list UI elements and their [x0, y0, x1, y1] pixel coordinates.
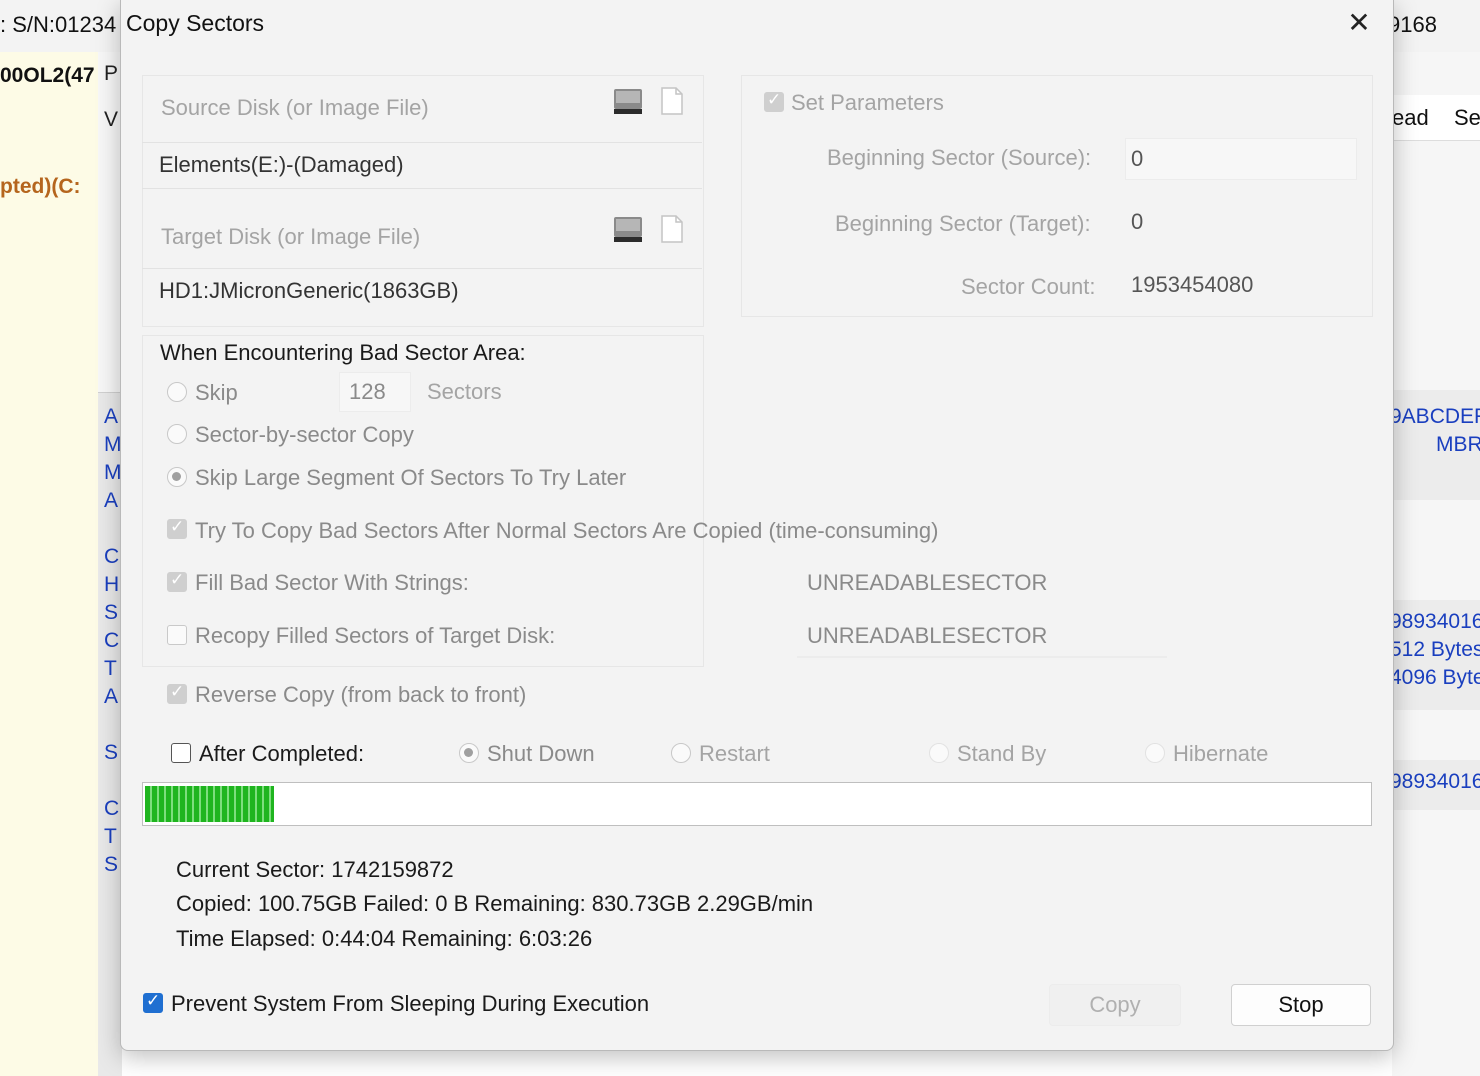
- background-disk-label[interactable]: 00OL2(47: [0, 64, 95, 88]
- background-blue-letter: M: [104, 433, 122, 456]
- after-completed-checkbox[interactable]: [171, 743, 191, 763]
- shut-down-radio[interactable]: [459, 743, 479, 763]
- background-blue-letter: A: [104, 405, 119, 428]
- background-right-header: ead Se: [1392, 95, 1480, 141]
- sector-count-label: Sector Count:: [961, 274, 1096, 299]
- background-blue-letter: A: [104, 489, 119, 512]
- time-status-text: Time Elapsed: 0:44:04 Remaining: 6:03:26: [176, 926, 593, 951]
- background-blue-letter: [104, 515, 122, 543]
- background-blue-letter: M: [104, 461, 122, 484]
- recopy-filled-string: UNREADABLESECTOR: [807, 623, 1048, 648]
- background-right-value: 4096 Bytes: [1390, 666, 1480, 689]
- restart-radio[interactable]: [671, 743, 691, 763]
- background-blue-letters: AMMACHSCTASCTS: [104, 403, 122, 879]
- hibernate-radio[interactable]: [1145, 743, 1165, 763]
- background-right-value: 98934016: [1390, 610, 1480, 633]
- separator: [142, 268, 702, 269]
- background-right-value: 9ABCDEF: [1390, 405, 1480, 428]
- restart-label: Restart: [699, 741, 770, 766]
- skip-large-segment-radio[interactable]: [167, 467, 187, 487]
- copy-progress-bar: [142, 782, 1372, 826]
- background-blue-letter: A: [104, 685, 119, 708]
- beginning-sector-target-value[interactable]: 0: [1131, 209, 1143, 235]
- hibernate-label: Hibernate: [1173, 741, 1269, 766]
- background-blue-letter: T: [104, 825, 117, 848]
- background-blue-letter: [104, 711, 122, 739]
- disk-icon[interactable]: [613, 86, 643, 116]
- file-icon[interactable]: [661, 87, 683, 115]
- reverse-copy-checkbox[interactable]: [167, 682, 187, 704]
- progress-fill: [145, 786, 274, 822]
- source-disk-value[interactable]: Elements(E:)-(Damaged): [159, 152, 404, 178]
- copied-status-text: Copied: 100.75GB Failed: 0 B Remaining: …: [176, 891, 814, 916]
- recopy-filled-label: Recopy Filled Sectors of Target Disk:: [195, 623, 556, 648]
- recopy-filled-checkbox[interactable]: [167, 625, 187, 645]
- beginning-sector-source-value: 0: [1131, 146, 1144, 171]
- skip-count-value: 128: [349, 379, 386, 404]
- disk-icon[interactable]: [613, 214, 643, 244]
- background-blue-letter: H: [104, 573, 120, 596]
- background-partition-label[interactable]: pted)(C:: [0, 175, 80, 199]
- fill-bad-sector-string[interactable]: UNREADABLESECTOR: [807, 570, 1047, 596]
- background-header-se: Se: [1454, 105, 1480, 130]
- skip-label: Skip: [195, 380, 238, 405]
- file-icon[interactable]: [661, 215, 683, 243]
- beginning-sector-target-label: Beginning Sector (Target):: [835, 211, 1091, 236]
- try-copy-bad-sectors-label: Try To Copy Bad Sectors After Normal Sec…: [195, 518, 939, 543]
- set-parameters-checkbox[interactable]: [764, 90, 784, 112]
- fill-bad-sector-checkbox[interactable]: [167, 570, 187, 592]
- try-copy-bad-sectors-checkbox[interactable]: [167, 517, 187, 539]
- background-serial: : S/N:01234: [0, 12, 117, 37]
- background-blue-letter: S: [104, 601, 119, 624]
- fill-bad-sector-label: Fill Bad Sector With Strings:: [195, 570, 469, 595]
- beginning-sector-source-input[interactable]: [1125, 138, 1357, 180]
- separator: [142, 188, 702, 189]
- set-parameters-label: Set Parameters: [791, 90, 944, 115]
- skip-large-segment-label: Skip Large Segment Of Sectors To Try Lat…: [195, 465, 627, 490]
- background-right-panel: [1392, 52, 1480, 1076]
- background-blue-letter: S: [104, 853, 119, 876]
- copy-button[interactable]: Copy: [1049, 984, 1181, 1026]
- background-blue-letter: [104, 767, 122, 795]
- sector-by-sector-radio[interactable]: [167, 424, 187, 444]
- bad-sector-heading: When Encountering Bad Sector Area:: [160, 340, 526, 365]
- background-header-read: ead: [1392, 105, 1429, 130]
- background-right-value: 512 Bytes: [1390, 638, 1480, 661]
- background-blue-letter: T: [104, 657, 117, 680]
- after-completed-label: After Completed:: [199, 741, 365, 766]
- beginning-sector-source-label: Beginning Sector (Source):: [827, 145, 1092, 170]
- target-disk-label: Target Disk (or Image File): [161, 224, 421, 249]
- stop-button[interactable]: Stop: [1231, 984, 1371, 1026]
- background-right-value: 98934016: [1390, 770, 1480, 793]
- close-icon[interactable]: ✕: [1339, 6, 1379, 42]
- current-sector-text: Current Sector: 1742159872: [176, 857, 454, 882]
- dialog-title: Copy Sectors: [126, 10, 265, 36]
- background-blue-letter: C: [104, 629, 120, 652]
- reverse-copy-label: Reverse Copy (from back to front): [195, 682, 527, 707]
- prevent-sleep-checkbox[interactable]: [143, 991, 163, 1013]
- copy-sectors-dialog: Copy Sectors ✕ Source Disk (or Image Fil…: [120, 0, 1394, 1051]
- skip-radio[interactable]: [167, 382, 187, 402]
- sector-count-value[interactable]: 1953454080: [1131, 272, 1253, 298]
- background-serial-right: 9168: [1388, 12, 1437, 37]
- background-blue-letter: C: [104, 545, 120, 568]
- source-disk-label: Source Disk (or Image File): [161, 95, 429, 120]
- shut-down-label: Shut Down: [487, 741, 595, 766]
- skip-unit-label: Sectors: [427, 379, 502, 404]
- stand-by-radio[interactable]: [929, 743, 949, 763]
- background-blue-letter: S: [104, 741, 119, 764]
- background-letter-v: V: [104, 108, 119, 131]
- sector-by-sector-label: Sector-by-sector Copy: [195, 422, 414, 447]
- separator: [142, 142, 702, 143]
- prevent-sleep-label: Prevent System From Sleeping During Exec…: [171, 991, 650, 1016]
- target-disk-value[interactable]: HD1:JMicronGeneric(1863GB): [159, 278, 459, 304]
- background-middle-top: [98, 52, 122, 393]
- background-disk-panel: [0, 52, 99, 1076]
- stand-by-label: Stand By: [957, 741, 1047, 766]
- background-right-value: MBR: [1436, 433, 1480, 456]
- background-letter-p: P: [104, 62, 119, 85]
- background-blue-letter: C: [104, 797, 120, 820]
